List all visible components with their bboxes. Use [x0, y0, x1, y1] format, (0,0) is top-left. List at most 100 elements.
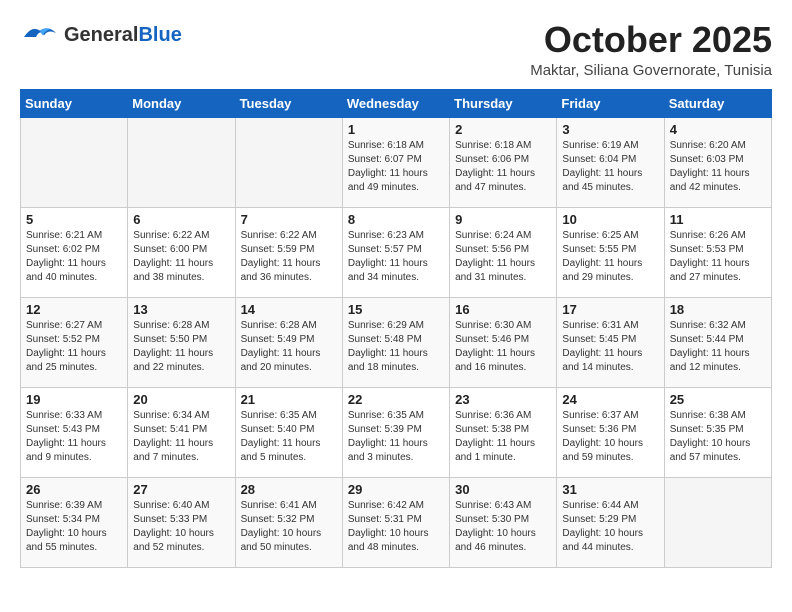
day-number: 2 — [455, 122, 551, 137]
calendar-cell: 8 Sunrise: 6:23 AM Sunset: 5:57 PM Daylig… — [342, 207, 449, 297]
day-info: Sunrise: 6:28 AM Sunset: 5:49 PM Dayligh… — [241, 319, 337, 375]
col-thursday: Thursday — [450, 89, 557, 117]
calendar-header-row: Sunday Monday Tuesday Wednesday Thursday… — [21, 89, 772, 117]
page: GeneralBlue October 2025 Maktar, Siliana… — [0, 0, 792, 578]
day-number: 18 — [670, 302, 766, 317]
day-info: Sunrise: 6:25 AM Sunset: 5:55 PM Dayligh… — [562, 229, 658, 285]
day-number: 6 — [133, 212, 229, 227]
calendar-cell: 30 Sunrise: 6:43 AM Sunset: 5:30 PM Dayli… — [450, 477, 557, 567]
calendar-cell: 11 Sunrise: 6:26 AM Sunset: 5:53 PM Dayli… — [664, 207, 771, 297]
day-number: 20 — [133, 392, 229, 407]
calendar-cell: 23 Sunrise: 6:36 AM Sunset: 5:38 PM Dayli… — [450, 387, 557, 477]
day-info: Sunrise: 6:24 AM Sunset: 5:56 PM Dayligh… — [455, 229, 551, 285]
day-number: 11 — [670, 212, 766, 227]
calendar-cell: 31 Sunrise: 6:44 AM Sunset: 5:29 PM Dayli… — [557, 477, 664, 567]
calendar-cell: 29Sunrise: 6:42 AM Sunset: 5:31 PM Dayli… — [342, 477, 449, 567]
day-number: 1 — [348, 122, 444, 137]
day-number: 13 — [133, 302, 229, 317]
day-info: Sunrise: 6:37 AM Sunset: 5:36 PM Dayligh… — [562, 409, 658, 465]
calendar-cell: 18 Sunrise: 6:32 AM Sunset: 5:44 PM Dayli… — [664, 297, 771, 387]
calendar-cell: 14Sunrise: 6:28 AM Sunset: 5:49 PM Dayli… — [235, 297, 342, 387]
day-number: 30 — [455, 482, 551, 497]
logo-icon — [20, 20, 60, 50]
calendar-week-3: 19Sunrise: 6:33 AM Sunset: 5:43 PM Dayli… — [21, 387, 772, 477]
calendar-cell — [235, 117, 342, 207]
day-info: Sunrise: 6:35 AM Sunset: 5:39 PM Dayligh… — [348, 409, 444, 465]
day-info: Sunrise: 6:44 AM Sunset: 5:29 PM Dayligh… — [562, 499, 658, 555]
header: GeneralBlue October 2025 Maktar, Siliana… — [20, 20, 772, 79]
day-info: Sunrise: 6:32 AM Sunset: 5:44 PM Dayligh… — [670, 319, 766, 375]
logo-general: General — [64, 24, 138, 46]
day-info: Sunrise: 6:22 AM Sunset: 5:59 PM Dayligh… — [241, 229, 337, 285]
day-info: Sunrise: 6:43 AM Sunset: 5:30 PM Dayligh… — [455, 499, 551, 555]
calendar-cell: 13 Sunrise: 6:28 AM Sunset: 5:50 PM Dayli… — [128, 297, 235, 387]
day-info: Sunrise: 6:40 AM Sunset: 5:33 PM Dayligh… — [133, 499, 229, 555]
calendar-week-1: 5 Sunrise: 6:21 AM Sunset: 6:02 PM Daylig… — [21, 207, 772, 297]
day-info: Sunrise: 6:34 AM Sunset: 5:41 PM Dayligh… — [133, 409, 229, 465]
day-number: 3 — [562, 122, 658, 137]
calendar-cell: 12Sunrise: 6:27 AM Sunset: 5:52 PM Dayli… — [21, 297, 128, 387]
day-number: 4 — [670, 122, 766, 137]
day-info: Sunrise: 6:19 AM Sunset: 6:04 PM Dayligh… — [562, 139, 658, 195]
day-number: 12 — [26, 302, 122, 317]
day-info: Sunrise: 6:38 AM Sunset: 5:35 PM Dayligh… — [670, 409, 766, 465]
day-number: 10 — [562, 212, 658, 227]
col-saturday: Saturday — [664, 89, 771, 117]
day-info: Sunrise: 6:23 AM Sunset: 5:57 PM Dayligh… — [348, 229, 444, 285]
calendar-cell — [21, 117, 128, 207]
day-info: Sunrise: 6:39 AM Sunset: 5:34 PM Dayligh… — [26, 499, 122, 555]
day-info: Sunrise: 6:28 AM Sunset: 5:50 PM Dayligh… — [133, 319, 229, 375]
day-number: 24 — [562, 392, 658, 407]
day-info: Sunrise: 6:36 AM Sunset: 5:38 PM Dayligh… — [455, 409, 551, 465]
calendar-cell: 3 Sunrise: 6:19 AM Sunset: 6:04 PM Daylig… — [557, 117, 664, 207]
calendar-cell: 26 Sunrise: 6:39 AM Sunset: 5:34 PM Dayli… — [21, 477, 128, 567]
day-info: Sunrise: 6:42 AM Sunset: 5:31 PM Dayligh… — [348, 499, 444, 555]
day-number: 19 — [26, 392, 122, 407]
calendar-cell: 6 Sunrise: 6:22 AM Sunset: 6:00 PM Daylig… — [128, 207, 235, 297]
day-info: Sunrise: 6:22 AM Sunset: 6:00 PM Dayligh… — [133, 229, 229, 285]
day-info: Sunrise: 6:35 AM Sunset: 5:40 PM Dayligh… — [241, 409, 337, 465]
calendar-cell: 15 Sunrise: 6:29 AM Sunset: 5:48 PM Dayli… — [342, 297, 449, 387]
day-number: 23 — [455, 392, 551, 407]
col-tuesday: Tuesday — [235, 89, 342, 117]
col-sunday: Sunday — [21, 89, 128, 117]
day-number: 27 — [133, 482, 229, 497]
calendar-week-4: 26 Sunrise: 6:39 AM Sunset: 5:34 PM Dayli… — [21, 477, 772, 567]
calendar-cell: 2 Sunrise: 6:18 AM Sunset: 6:06 PM Daylig… — [450, 117, 557, 207]
calendar-cell: 9Sunrise: 6:24 AM Sunset: 5:56 PM Daylig… — [450, 207, 557, 297]
day-info: Sunrise: 6:30 AM Sunset: 5:46 PM Dayligh… — [455, 319, 551, 375]
day-info: Sunrise: 6:41 AM Sunset: 5:32 PM Dayligh… — [241, 499, 337, 555]
day-number: 26 — [26, 482, 122, 497]
day-number: 15 — [348, 302, 444, 317]
calendar-cell: 1 Sunrise: 6:18 AM Sunset: 6:07 PM Daylig… — [342, 117, 449, 207]
day-number: 28 — [241, 482, 337, 497]
calendar-cell: 4 Sunrise: 6:20 AM Sunset: 6:03 PM Daylig… — [664, 117, 771, 207]
col-monday: Monday — [128, 89, 235, 117]
day-info: Sunrise: 6:29 AM Sunset: 5:48 PM Dayligh… — [348, 319, 444, 375]
calendar-cell: 22 Sunrise: 6:35 AM Sunset: 5:39 PM Dayli… — [342, 387, 449, 477]
day-info: Sunrise: 6:31 AM Sunset: 5:45 PM Dayligh… — [562, 319, 658, 375]
calendar-cell: 27 Sunrise: 6:40 AM Sunset: 5:33 PM Dayli… — [128, 477, 235, 567]
day-number: 5 — [26, 212, 122, 227]
day-number: 22 — [348, 392, 444, 407]
month-title: October 2025 — [530, 20, 772, 60]
calendar-cell: 28 Sunrise: 6:41 AM Sunset: 5:32 PM Dayli… — [235, 477, 342, 567]
day-number: 16 — [455, 302, 551, 317]
day-number: 7 — [241, 212, 337, 227]
calendar-cell: 19Sunrise: 6:33 AM Sunset: 5:43 PM Dayli… — [21, 387, 128, 477]
title-block: October 2025 Maktar, Siliana Governorate… — [530, 20, 772, 79]
day-info: Sunrise: 6:21 AM Sunset: 6:02 PM Dayligh… — [26, 229, 122, 285]
logo-blue: Blue — [138, 24, 181, 46]
day-info: Sunrise: 6:26 AM Sunset: 5:53 PM Dayligh… — [670, 229, 766, 285]
day-number: 25 — [670, 392, 766, 407]
day-number: 8 — [348, 212, 444, 227]
logo: GeneralBlue — [20, 20, 182, 50]
day-info: Sunrise: 6:18 AM Sunset: 6:07 PM Dayligh… — [348, 139, 444, 195]
day-number: 31 — [562, 482, 658, 497]
col-friday: Friday — [557, 89, 664, 117]
day-info: Sunrise: 6:20 AM Sunset: 6:03 PM Dayligh… — [670, 139, 766, 195]
location: Maktar, Siliana Governorate, Tunisia — [530, 62, 772, 79]
day-info: Sunrise: 6:18 AM Sunset: 6:06 PM Dayligh… — [455, 139, 551, 195]
calendar-week-2: 12Sunrise: 6:27 AM Sunset: 5:52 PM Dayli… — [21, 297, 772, 387]
calendar-cell: 25 Sunrise: 6:38 AM Sunset: 5:35 PM Dayli… — [664, 387, 771, 477]
